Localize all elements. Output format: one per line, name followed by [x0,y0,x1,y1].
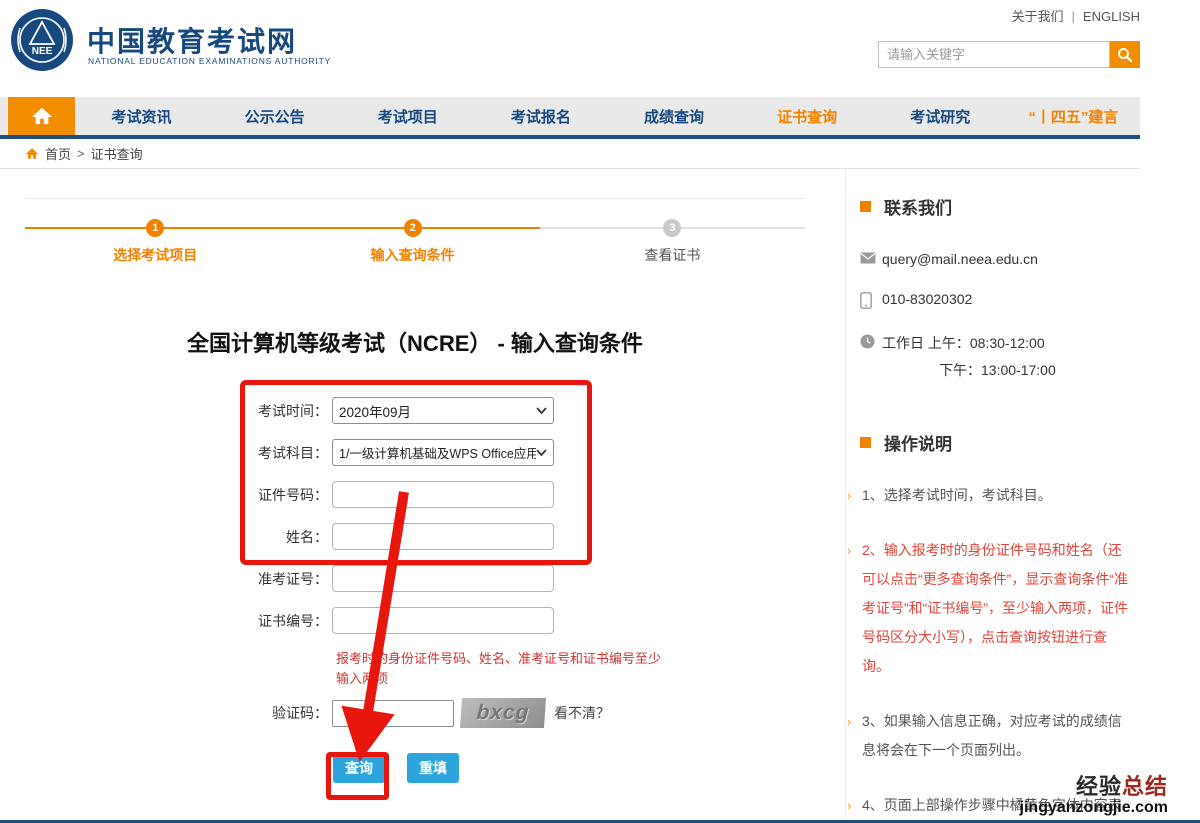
id-number-input[interactable] [332,481,554,508]
nav-item-exam-registration[interactable]: 考试报名 [474,97,607,135]
breadcrumb-home-icon [25,147,39,160]
certificate-number-label: 证书编号： [25,611,332,631]
page: NEE 中国教育考试网 NATIONAL EDUCATION EXAMINATI… [0,0,1200,823]
steps-progress-line [25,227,540,229]
contact-hours-row: 工作日 上午：08:30-12:00 下午：13:00-17:00 [860,333,1140,380]
form-buttons: 查询 重填 [333,753,805,783]
query-button[interactable]: 查询 [333,753,385,783]
instruction-item-2: 2、输入报考时的身份证件号码和姓名（还可以点击“更多查询条件”，显示查询条件“准… [860,536,1132,681]
english-link[interactable]: ENGLISH [1083,9,1140,24]
top-links-separator: | [1072,9,1075,24]
top-links: 关于我们 | ENGLISH [1012,6,1140,25]
exam-time-label: 考试时间： [25,401,332,421]
search-box [878,41,1140,68]
phone-icon [860,292,882,309]
nav-item-suggestions[interactable]: “丨四五”建言 [1007,97,1140,135]
chevron-down-icon [536,449,547,456]
step-1-dot: 1 [146,219,164,237]
exam-time-select[interactable]: 2020年09月 [332,397,554,424]
search-icon [1117,47,1133,63]
captcha-row: 验证码： bxcg 看不清？ [25,698,805,728]
step-2-label: 输入查询条件 [343,245,483,265]
nav-item-exam-news[interactable]: 考试资讯 [75,97,208,135]
orange-square-bullet [860,437,871,448]
email-icon [860,252,882,264]
svg-text:NEE: NEE [32,46,53,57]
captcha-label: 验证码： [25,703,332,723]
instruction-item-1: 1、选择考试时间，考试科目。 [860,481,1132,510]
site-title: 中国教育考试网 [87,20,297,60]
chevron-down-icon [536,407,547,414]
site-subtitle: NATIONAL EDUCATION EXAMINATIONS AUTHORIT… [88,56,331,66]
page-title: 全国计算机等级考试（NCRE） - 输入查询条件 [25,326,805,358]
captcha-image[interactable]: bxcg [460,698,546,728]
contact-hours-line1: 工作日 上午：08:30-12:00 [882,335,1045,351]
admission-ticket-input[interactable] [332,565,554,592]
form-hint: 报考时的身份证件号码、姓名、准考证号和证书编号至少 输入两项 [336,649,805,689]
id-number-label: 证件号码： [25,485,332,505]
watermark-cn-red: 总结 [1122,774,1168,799]
sidebar: 联系我们 query@mail.neea.edu.cn 010-83020302… [845,170,1140,818]
exam-subject-label: 考试科目： [25,443,332,463]
contact-hours-line2: 下午：13:00-17:00 [939,360,1056,380]
progress-steps: 1 2 3 选择考试项目 输入查询条件 查看证书 [25,198,805,278]
name-input[interactable] [332,523,554,550]
step-1-label: 选择考试项目 [85,245,225,265]
breadcrumb: 首页 > 证书查询 [0,139,1140,169]
watermark: 经验总结 jingyanzongjie.com [1020,775,1168,817]
about-us-link[interactable]: 关于我们 [1012,9,1064,24]
clock-icon [860,334,882,349]
watermark-domain: jingyanzongjie.com [1020,799,1168,817]
neea-emblem-icon: NEE [10,8,74,72]
nav-item-announcements[interactable]: 公示公告 [208,97,341,135]
captcha-refresh-link[interactable]: 看不清？ [554,703,610,723]
nav-item-exam-programs[interactable]: 考试项目 [341,97,474,135]
nav-home-button[interactable] [8,97,75,135]
nav-item-certificate-query[interactable]: 证书查询 [741,97,874,135]
search-button[interactable] [1110,41,1140,68]
orange-square-bullet [860,201,871,212]
nav-item-exam-research[interactable]: 考试研究 [874,97,1007,135]
instructions-section-title: 操作说明 [860,430,1140,455]
admission-ticket-label: 准考证号： [25,569,332,589]
step-3-label: 查看证书 [602,245,742,265]
step-3-dot: 3 [663,219,681,237]
main-nav: 考试资讯 公示公告 考试项目 考试报名 成绩查询 证书查询 考试研究 “丨四五”… [0,97,1140,139]
breadcrumb-home-link[interactable]: 首页 [45,144,71,163]
step-2-dot: 2 [404,219,422,237]
query-form: 考试时间： 2020年09月 考试科目： 1/一级计算机基础及WPS Offic… [25,397,805,783]
instruction-item-3: 3、如果输入信息正确，对应考试的成绩信息将会在下一个页面列出。 [860,707,1132,765]
nav-items: 考试资讯 公示公告 考试项目 考试报名 成绩查询 证书查询 考试研究 “丨四五”… [75,97,1140,135]
breadcrumb-separator: > [77,146,85,161]
contact-email[interactable]: query@mail.neea.edu.cn [882,251,1038,267]
reset-button[interactable]: 重填 [407,753,459,783]
contact-phone: 010-83020302 [882,291,972,307]
home-icon [31,106,53,126]
watermark-cn-black: 经验 [1076,774,1122,799]
nav-item-score-query[interactable]: 成绩查询 [608,97,741,135]
contact-email-row: query@mail.neea.edu.cn [860,251,1140,267]
captcha-input[interactable] [332,700,454,727]
contact-phone-row: 010-83020302 [860,291,1140,309]
search-input[interactable] [878,41,1110,68]
name-label: 姓名： [25,527,332,547]
neea-emblem-logo[interactable]: NEE [10,8,74,77]
certificate-number-input[interactable] [332,607,554,634]
contact-section-title: 联系我们 [860,194,1140,219]
breadcrumb-current: 证书查询 [91,144,143,163]
exam-subject-select[interactable]: 1/一级计算机基础及WPS Office应用 [332,439,554,466]
